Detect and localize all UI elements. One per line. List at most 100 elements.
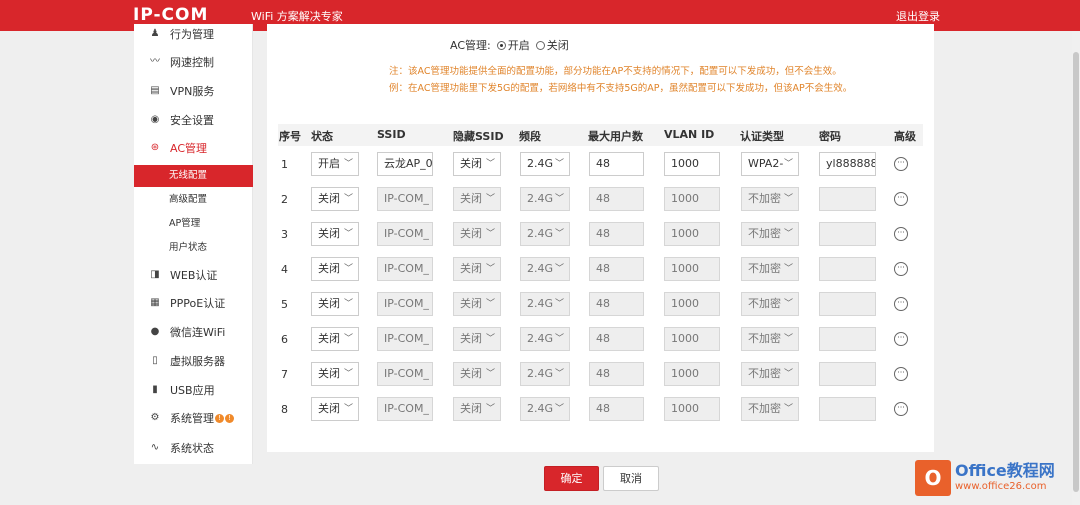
- password-input[interactable]: [819, 292, 876, 316]
- hide-ssid-select[interactable]: 关闭 ﹀: [453, 257, 501, 281]
- status-select[interactable]: 关闭 ﹀: [311, 222, 359, 246]
- band-select[interactable]: 2.4G ﹀: [520, 222, 570, 246]
- scrollbar-thumb[interactable]: [1073, 52, 1079, 492]
- password-input[interactable]: [819, 397, 876, 421]
- auth-select[interactable]: 不加密 ﹀: [741, 397, 799, 421]
- max-users-input[interactable]: 48: [589, 222, 644, 246]
- status-select[interactable]: 关闭 ﹀: [311, 187, 359, 211]
- auth-select[interactable]: 不加密 ﹀: [741, 292, 799, 316]
- band-select[interactable]: 2.4G ﹀: [520, 362, 570, 386]
- max-users-input[interactable]: 48: [589, 187, 644, 211]
- more-icon[interactable]: ···: [894, 227, 908, 241]
- auth-select[interactable]: 不加密 ﹀: [741, 257, 799, 281]
- auth-select[interactable]: 不加密 ﹀: [741, 362, 799, 386]
- more-icon[interactable]: ···: [894, 367, 908, 381]
- vlan-input[interactable]: 1000: [664, 187, 720, 211]
- ssid-input[interactable]: 云龙AP_0: [377, 152, 433, 176]
- hide-ssid-select[interactable]: 关闭 ﹀: [453, 362, 501, 386]
- more-icon[interactable]: ···: [894, 297, 908, 311]
- status-select[interactable]: 关闭 ﹀: [311, 292, 359, 316]
- ssid-input[interactable]: IP-COM_: [377, 327, 433, 351]
- status-select[interactable]: 关闭 ﹀: [311, 362, 359, 386]
- band-select[interactable]: 2.4G ﹀: [520, 292, 570, 316]
- password-input[interactable]: [819, 222, 876, 246]
- status-select[interactable]: 关闭 ﹀: [311, 397, 359, 421]
- max-users-input[interactable]: 48: [589, 292, 644, 316]
- sidebar-sub-advanced[interactable]: 高级配置: [134, 189, 253, 211]
- ssid-input[interactable]: IP-COM_: [377, 292, 433, 316]
- vlan-input[interactable]: 1000: [664, 397, 720, 421]
- more-icon[interactable]: ···: [894, 192, 908, 206]
- auth-select[interactable]: 不加密 ﹀: [741, 187, 799, 211]
- col-header-max-users: 最大用户数: [588, 130, 643, 143]
- sidebar-sub-users[interactable]: 用户状态: [134, 237, 253, 259]
- band-select[interactable]: 2.4G ﹀: [520, 152, 570, 176]
- band-select[interactable]: 2.4G ﹀: [520, 397, 570, 421]
- auth-select[interactable]: WPA2- ﹀: [741, 152, 799, 176]
- ssid-input[interactable]: IP-COM_: [377, 397, 433, 421]
- ssid-input[interactable]: IP-COM_: [377, 257, 433, 281]
- sidebar-item-status[interactable]: ∿ 系统状态: [134, 435, 253, 461]
- vlan-input[interactable]: 1000: [664, 222, 720, 246]
- status-select[interactable]: 开启 ﹀: [311, 152, 359, 176]
- sidebar-item-vpn[interactable]: ▤ VPN服务: [134, 78, 253, 104]
- hide-ssid-select[interactable]: 关闭 ﹀: [453, 187, 501, 211]
- status-select[interactable]: 关闭 ﹀: [311, 327, 359, 351]
- password-input[interactable]: [819, 257, 876, 281]
- sidebar-item-behavior[interactable]: ♟ 行为管理: [134, 21, 253, 47]
- confirm-button[interactable]: 确定: [544, 466, 599, 491]
- sidebar-item-speed[interactable]: 〰网速控制: [134, 49, 253, 75]
- sidebar-item-system[interactable]: ⚙ 系统管理!!: [134, 405, 253, 431]
- max-users-input[interactable]: 48: [589, 397, 644, 421]
- sidebar-item-usb[interactable]: ▮ USB应用: [134, 377, 253, 403]
- password-input[interactable]: yl888888: [819, 152, 876, 176]
- ac-off-radio[interactable]: [535, 40, 545, 50]
- vlan-input[interactable]: 1000: [664, 152, 720, 176]
- max-users-input[interactable]: 48: [589, 327, 644, 351]
- more-icon[interactable]: ···: [894, 332, 908, 346]
- band-select[interactable]: 2.4G ﹀: [520, 327, 570, 351]
- more-icon[interactable]: ···: [894, 402, 908, 416]
- hide-ssid-select[interactable]: 关闭 ﹀: [453, 327, 501, 351]
- ac-on-radio[interactable]: [496, 40, 506, 50]
- sidebar-item-pppoe[interactable]: ▦ PPPoE认证: [134, 290, 253, 316]
- sidebar-sub-wireless[interactable]: 无线配置: [134, 165, 253, 187]
- logout-link[interactable]: 退出登录: [896, 8, 940, 24]
- more-icon[interactable]: ···: [894, 262, 908, 276]
- max-users-input[interactable]: 48: [589, 257, 644, 281]
- chevron-down-icon: ﹀: [485, 194, 495, 204]
- vlan-input[interactable]: 1000: [664, 327, 720, 351]
- ssid-input[interactable]: IP-COM_: [377, 187, 433, 211]
- sidebar-item-web-auth[interactable]: ◨ WEB认证: [134, 262, 253, 288]
- password-input[interactable]: [819, 187, 876, 211]
- ac-switch-row: AC管理: 开启 关闭: [450, 37, 569, 53]
- sidebar-item-server[interactable]: ▯ 虚拟服务器: [134, 348, 253, 374]
- ssid-input[interactable]: IP-COM_: [377, 222, 433, 246]
- auth-select[interactable]: 不加密 ﹀: [741, 222, 799, 246]
- password-input[interactable]: [819, 362, 876, 386]
- status-select[interactable]: 关闭 ﹀: [311, 257, 359, 281]
- cancel-button[interactable]: 取消: [603, 466, 659, 491]
- hide-ssid-select[interactable]: 关闭 ﹀: [453, 397, 501, 421]
- max-users-input[interactable]: 48: [589, 362, 644, 386]
- sidebar-sub-ap[interactable]: AP管理: [134, 213, 253, 235]
- hide-ssid-select[interactable]: 关闭 ﹀: [453, 152, 501, 176]
- sidebar: ♟ 行为管理 〰网速控制 ▤ VPN服务 ◉ 安全设置 ⊛ AC管理 无线配置 高级配置…: [134, 24, 253, 464]
- ssid-input[interactable]: IP-COM_: [377, 362, 433, 386]
- row-number: 2: [281, 193, 288, 206]
- chevron-down-icon: ﹀: [485, 404, 495, 414]
- sidebar-item-wechat[interactable]: ● 微信连WiFi: [134, 319, 253, 345]
- hide-ssid-select[interactable]: 关闭 ﹀: [453, 222, 501, 246]
- password-input[interactable]: [819, 327, 876, 351]
- sidebar-item-security[interactable]: ◉ 安全设置: [134, 107, 253, 133]
- more-icon[interactable]: ···: [894, 157, 908, 171]
- vlan-input[interactable]: 1000: [664, 362, 720, 386]
- hide-ssid-select[interactable]: 关闭 ﹀: [453, 292, 501, 316]
- auth-select[interactable]: 不加密 ﹀: [741, 327, 799, 351]
- vlan-input[interactable]: 1000: [664, 257, 720, 281]
- sidebar-item-ac[interactable]: ⊛ AC管理: [134, 135, 253, 161]
- band-select[interactable]: 2.4G ﹀: [520, 187, 570, 211]
- vlan-input[interactable]: 1000: [664, 292, 720, 316]
- band-select[interactable]: 2.4G ﹀: [520, 257, 570, 281]
- max-users-input[interactable]: 48: [589, 152, 644, 176]
